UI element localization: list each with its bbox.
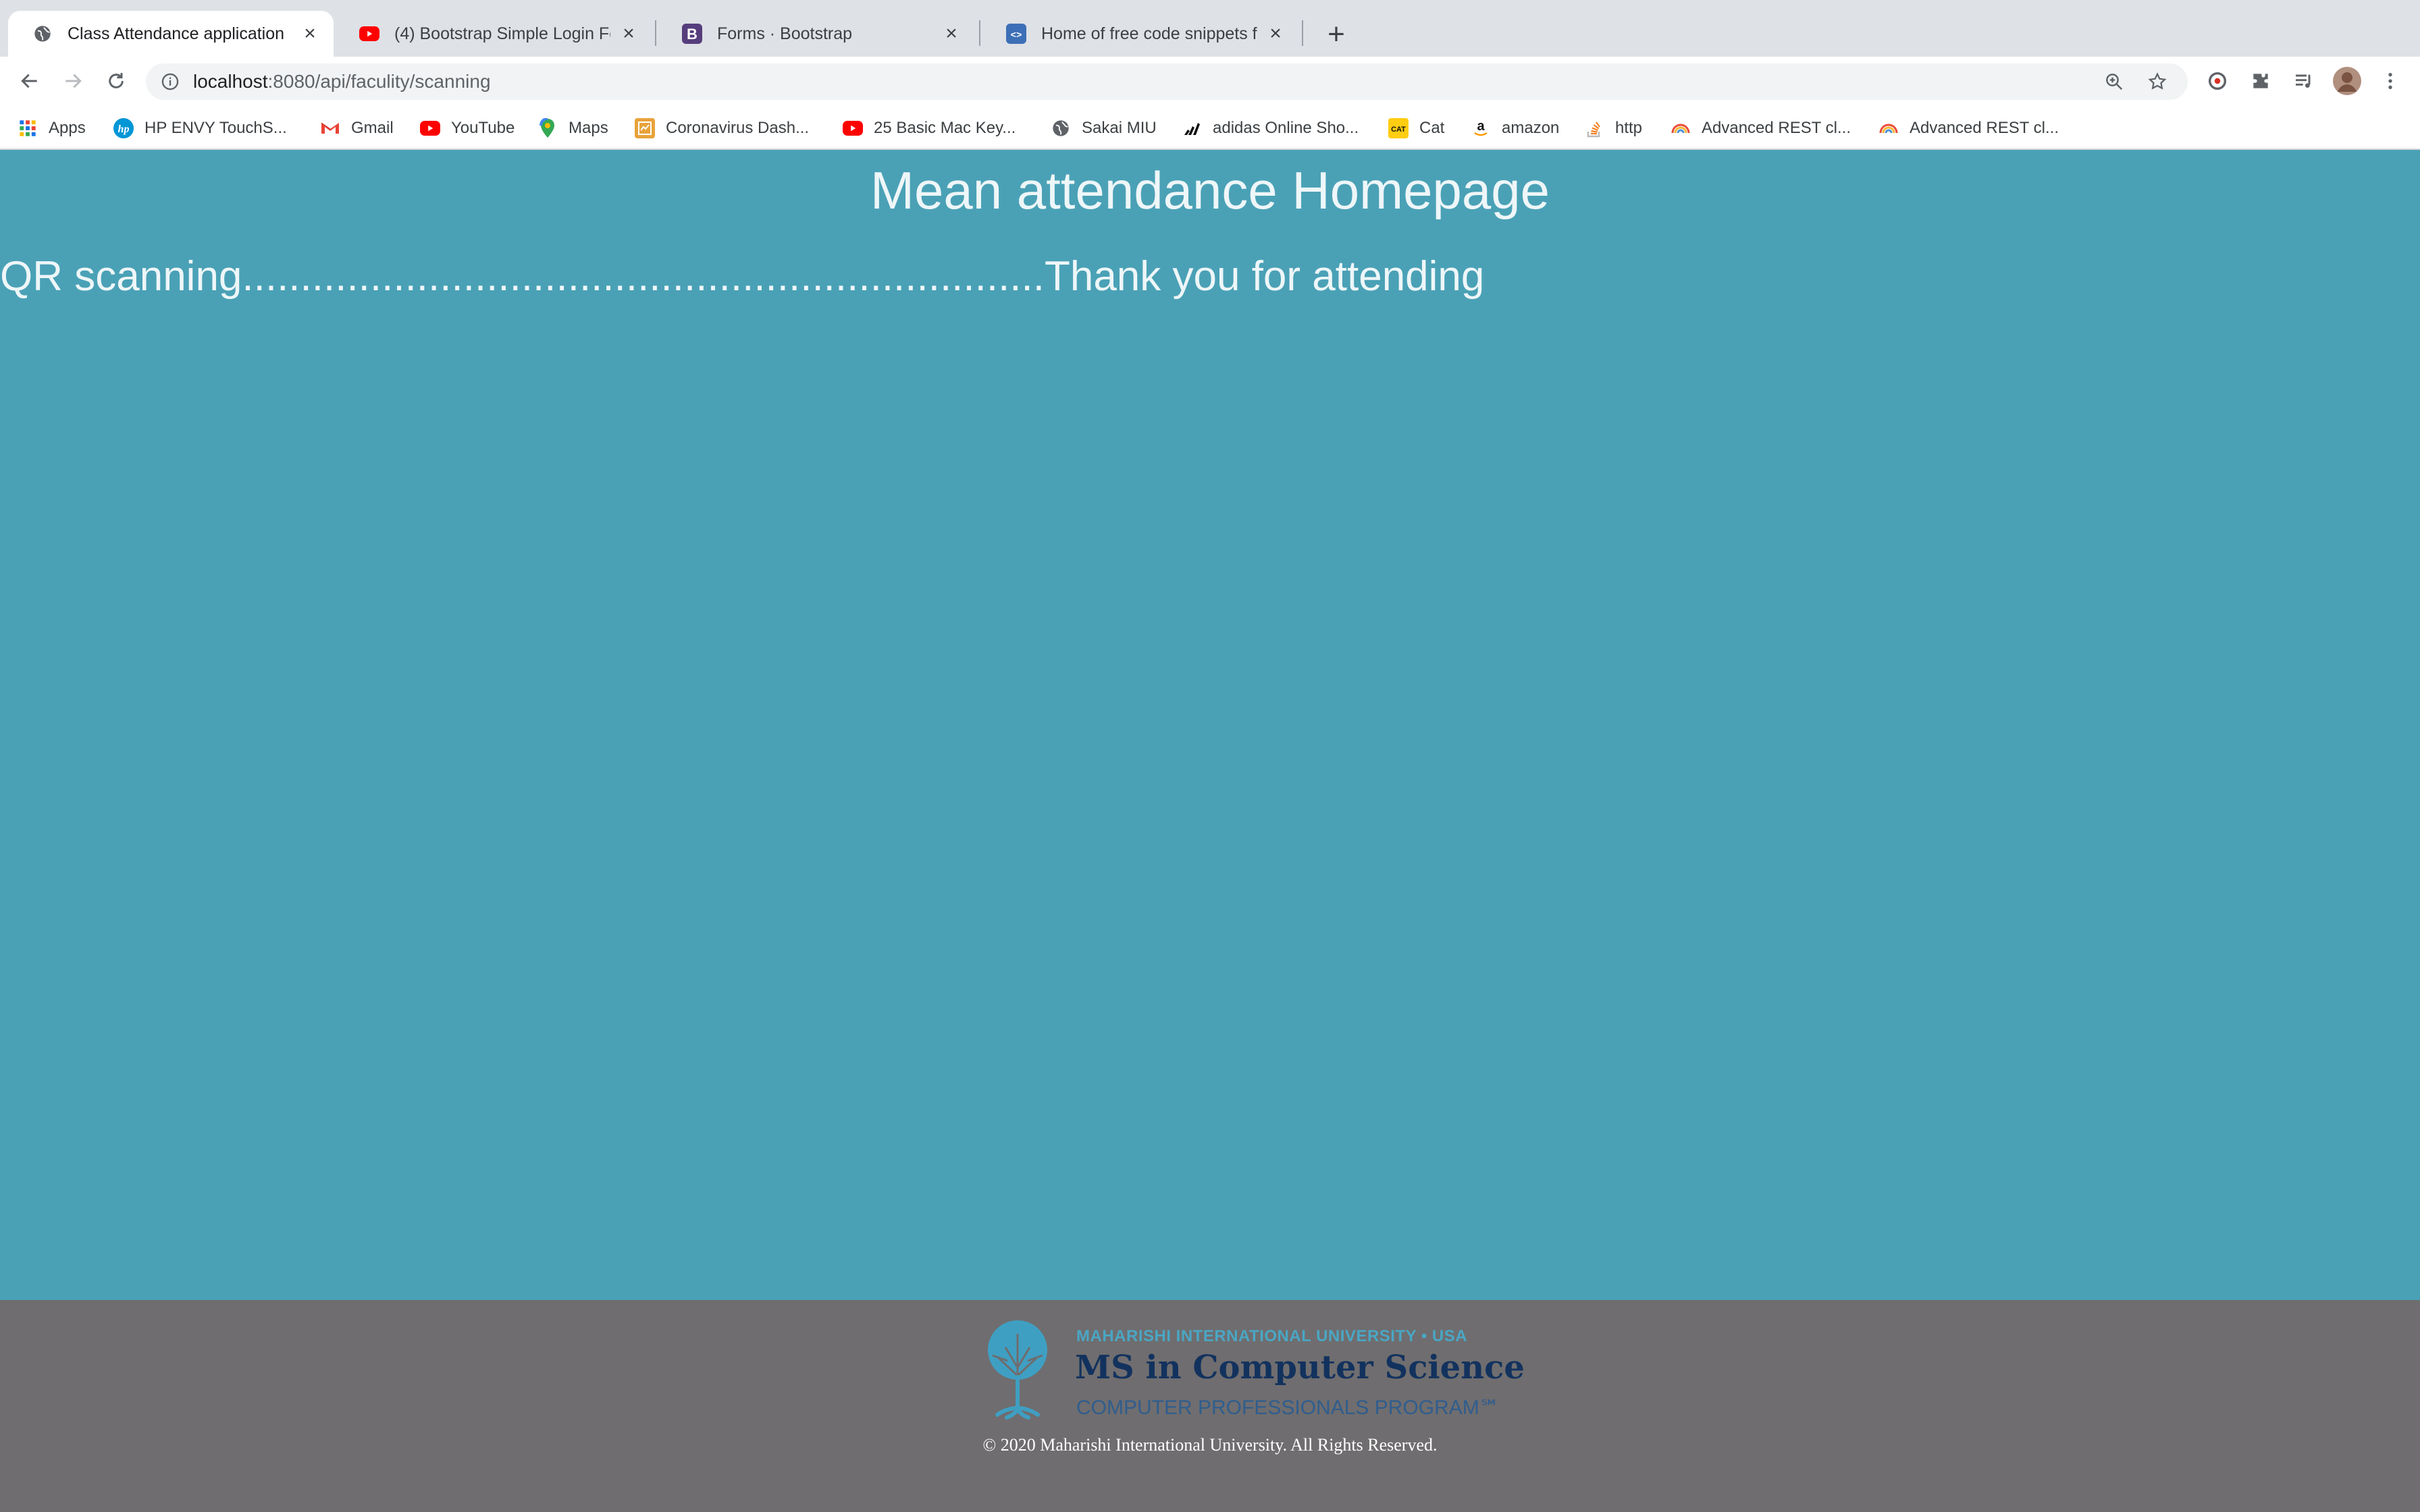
bookmark-label: Advanced REST cl... [1910, 119, 2059, 137]
bookmark-gmail[interactable]: Gmail [320, 115, 394, 142]
youtube-icon [420, 121, 440, 136]
svg-text:hp: hp [118, 124, 130, 135]
tab-separator [655, 20, 656, 46]
tab-forms-bootstrap[interactable]: B Forms · Bootstrap × [658, 11, 975, 57]
tab-title: Class Attendance application [68, 24, 285, 43]
hp-icon: hp [113, 118, 134, 138]
tab-strip: Class Attendance application × (4) Boots… [0, 0, 2420, 57]
page-title: Mean attendance Homepage [870, 161, 1550, 220]
bookmark-cat[interactable]: CAT Cat [1388, 115, 1444, 142]
close-icon[interactable]: × [619, 22, 639, 45]
back-button[interactable] [14, 65, 46, 97]
bookmark-label: amazon [1502, 119, 1560, 137]
logo-program-title: MS in Computer Science [1075, 1349, 1525, 1386]
browser-toolbar: localhost:8080/api/faculity/scanning [0, 57, 2420, 105]
extensions-puzzle-icon[interactable] [2244, 65, 2277, 97]
bookmark-http[interactable]: http [1584, 115, 1642, 142]
bookmark-advanced-rest-client-1[interactable]: Advanced REST cl... [1671, 115, 1851, 142]
bookmark-label: Apps [49, 119, 86, 137]
forward-button[interactable] [57, 65, 89, 97]
url-path: :8080/api/faculity/scanning [267, 71, 491, 92]
copyright-text: © 2020 Maharishi International Universit… [982, 1435, 1438, 1455]
logo-program-subtitle: COMPUTER PROFESSIONALS PROGRAM℠ [1076, 1397, 1500, 1419]
logo-university-name: MAHARISHI INTERNATIONAL UNIVERSITY • USA [1076, 1327, 1468, 1345]
bookmark-hp-envy[interactable]: hp HP ENVY TouchS... [113, 115, 287, 142]
bookmark-label: Coronavirus Dash... [666, 119, 810, 137]
bookmark-label: Maps [569, 119, 608, 137]
tab-separator [1302, 20, 1303, 46]
stackoverflow-icon [1584, 118, 1604, 138]
close-icon[interactable]: × [1265, 22, 1286, 45]
bookmark-sakai-miu[interactable]: Sakai MIU [1051, 115, 1157, 142]
bootstrap-icon: B [682, 24, 702, 44]
adidas-icon [1182, 118, 1202, 138]
svg-text:B: B [687, 26, 698, 43]
bookmark-apps[interactable]: Apps [18, 115, 86, 142]
bookmark-label: Advanced REST cl... [1702, 119, 1851, 137]
bookmark-label: Sakai MIU [1082, 119, 1157, 137]
bookmark-youtube[interactable]: YouTube [420, 115, 515, 142]
bookmark-label: Cat [1419, 119, 1445, 137]
forward-arrow-icon [65, 74, 82, 88]
bookmark-mac-keys[interactable]: 25 Basic Mac Key... [843, 115, 1016, 142]
bookmark-maps[interactable]: Maps [537, 115, 608, 142]
page-content: Mean attendance Homepage QR scanning....… [0, 150, 2420, 1300]
amazon-icon: a [1471, 118, 1491, 138]
bookmark-label: YouTube [451, 119, 515, 137]
tab-title: Home of free code snippets for [1041, 24, 1257, 43]
scan-status-text: QR scanning.............................… [0, 253, 1485, 300]
url-text: localhost:8080/api/faculity/scanning [193, 71, 491, 92]
site-footer: MAHARISHI INTERNATIONAL UNIVERSITY • USA… [0, 1300, 2420, 1512]
globe-icon [32, 24, 53, 44]
tab-bootstrap-login[interactable]: (4) Bootstrap Simple Login For × [335, 11, 652, 57]
media-queue-icon[interactable] [2288, 65, 2320, 97]
bookmark-amazon[interactable]: a amazon [1471, 115, 1559, 142]
gmail-icon [320, 118, 340, 138]
bookmark-coronavirus-dashboard[interactable]: Coronavirus Dash... [635, 115, 809, 142]
extension-sync-icon[interactable] [2201, 65, 2234, 97]
globe-icon [1051, 118, 1071, 138]
more-menu-icon[interactable] [2374, 65, 2406, 97]
close-icon[interactable]: × [941, 22, 962, 45]
code-snippet-icon: <> [1006, 24, 1026, 44]
reload-icon [109, 73, 124, 88]
bookmark-advanced-rest-client-2[interactable]: Advanced REST cl... [1878, 115, 2059, 142]
svg-text:CAT: CAT [1391, 126, 1406, 134]
rest-client-icon [1878, 118, 1899, 138]
close-icon[interactable]: × [300, 22, 320, 45]
bookmark-label: HP ENVY TouchS... [144, 119, 287, 137]
info-icon[interactable] [161, 72, 180, 91]
university-logo: MAHARISHI INTERNATIONAL UNIVERSITY • USA… [967, 1315, 1525, 1423]
url-host: localhost [193, 71, 268, 92]
bookmarks-bar: Apps hp HP ENVY TouchS... Gmail YouTube … [0, 105, 2420, 150]
bookmark-label: http [1615, 119, 1643, 137]
tab-title: Forms · Bootstrap [717, 24, 853, 43]
avatar[interactable] [2331, 65, 2363, 97]
bookmark-adidas[interactable]: adidas Online Sho... [1182, 115, 1359, 142]
bookmark-label: Gmail [351, 119, 394, 137]
youtube-icon [359, 26, 379, 41]
bookmark-star-icon[interactable] [2147, 63, 2167, 100]
new-tab-button[interactable]: + [1319, 18, 1353, 51]
tab-class-attendance[interactable]: Class Attendance application × [8, 11, 334, 57]
tab-separator [979, 20, 980, 46]
zoom-icon[interactable] [2104, 63, 2124, 100]
bookmark-label: 25 Basic Mac Key... [874, 119, 1016, 137]
svg-text:<>: <> [1011, 30, 1022, 41]
reload-button[interactable] [100, 65, 132, 97]
rest-client-icon [1671, 118, 1691, 138]
address-bar[interactable]: localhost:8080/api/faculity/scanning [146, 63, 2188, 100]
youtube-icon [843, 121, 863, 136]
tab-title: (4) Bootstrap Simple Login For [394, 24, 610, 43]
apps-grid-icon [18, 118, 38, 138]
bookmark-label: adidas Online Sho... [1213, 119, 1359, 137]
dashboard-icon [635, 118, 655, 138]
maps-icon [537, 118, 558, 138]
tree-logo-icon [988, 1320, 1047, 1420]
svg-text:a: a [1477, 119, 1485, 134]
tab-code-snippets[interactable]: <> Home of free code snippets for × [982, 11, 1299, 57]
back-arrow-icon [21, 74, 37, 88]
cat-icon: CAT [1388, 118, 1409, 138]
